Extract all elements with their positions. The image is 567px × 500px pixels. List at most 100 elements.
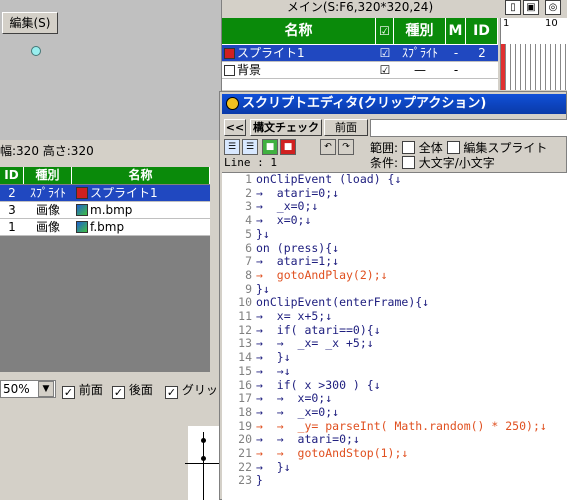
timeline-playhead[interactable] (501, 44, 505, 90)
code-line: 23} (238, 473, 263, 488)
col-header-type[interactable]: 種別 (394, 18, 446, 44)
code-line: 3 → _x=0;↓ (245, 199, 319, 214)
background-icon (224, 65, 235, 76)
item-name: f.bmp (90, 220, 125, 234)
chevron-down-icon[interactable]: ▼ (38, 381, 54, 397)
item-type: ｽﾌﾟﾗｲﾄ (29, 186, 66, 200)
list-item[interactable]: 1 画像 f.bmp (0, 219, 210, 236)
code-line: 11 → x= x+5;↓ (238, 309, 333, 323)
image-icon (76, 221, 88, 233)
col-header-check[interactable]: ☑ (376, 18, 394, 44)
col-header-m[interactable]: M (446, 18, 466, 44)
back-checkbox[interactable]: ✓ 後面 (112, 381, 153, 399)
list-item[interactable]: 3 画像 m.bmp (0, 202, 210, 219)
editor-app-icon (226, 97, 239, 110)
cond-label: 条件: (370, 156, 399, 170)
item-type: 画像 (35, 203, 60, 217)
range-edit-label: 編集スプライト (463, 141, 548, 155)
condition-row: 条件: 大文字/小文字 (370, 154, 495, 171)
timeline[interactable]: 1 10 (500, 18, 567, 90)
case-checkbox[interactable] (401, 156, 415, 169)
sprite-icon (224, 48, 235, 59)
undo-icon[interactable]: ↶ (320, 139, 336, 155)
code-line: 8 → gotoAndPlay(2);↓ (245, 267, 388, 282)
back-button[interactable]: << (224, 119, 246, 136)
edit-button[interactable]: 編集(S) (2, 12, 58, 34)
code-line: 18 → → _x=0;↓ (238, 404, 340, 419)
item-id: 1 (8, 220, 16, 234)
code-line: 7 → atari=1;↓ (245, 254, 340, 269)
range-all-checkbox[interactable] (401, 141, 415, 154)
col-header-id[interactable]: ID (466, 18, 498, 44)
code-line: 1 onClipEvent (load) {↓ (245, 172, 402, 186)
settings-icon[interactable]: ◎ (545, 0, 561, 15)
col-header-name[interactable]: 名称 (222, 18, 376, 44)
syntax-check-button[interactable]: 構文チェック (250, 119, 322, 136)
code-line: 14 → }↓ (238, 350, 291, 365)
code-line: 9}↓ (245, 281, 270, 296)
col-header-id[interactable]: ID (0, 167, 24, 184)
code-line: 10 onClipEvent(enterFrame){↓ (238, 295, 430, 310)
item-name: スプライト1 (90, 186, 158, 200)
image-icon (76, 204, 88, 216)
code-line: 2 → atari=0;↓ (245, 185, 340, 200)
code-line: 4 → x=0;↓ (245, 213, 312, 228)
code-line: 5}↓ (245, 226, 270, 241)
timeline-frames[interactable] (501, 44, 567, 90)
code-line: 13 → → _x= _x +5;↓ (238, 336, 374, 351)
new-file-icon[interactable]: ▯ (505, 0, 521, 15)
case-label: 大文字/小文字 (418, 156, 495, 170)
item-type: 画像 (35, 220, 60, 234)
save-icon[interactable]: ▣ (523, 0, 539, 15)
script-editor-window: スクリプトエディタ(クリップアクション) << 構文チェック 前面 ☰ ☰ ■ … (219, 91, 567, 500)
code-line: 6 on (press){↓ (245, 240, 340, 255)
layer-table: 名称 ☑ 種別 M ID スプライト1 ☑ ｽﾌﾟﾗｲﾄ - 2 背景 ☑ — … (222, 18, 498, 90)
table-row[interactable]: スプライト1 ☑ ｽﾌﾟﾗｲﾄ - 2 (222, 45, 498, 62)
sprite-handle[interactable] (31, 46, 41, 56)
preview-node (201, 456, 206, 461)
front-button[interactable]: 前面 (324, 119, 368, 136)
row-name: スプライト1 (237, 46, 305, 60)
editor-title[interactable]: スクリプトエディタ(クリップアクション) (222, 94, 566, 114)
line-indicator: Line : 1 (224, 156, 277, 169)
canvas-size-text: 幅:320 高さ:320 (0, 144, 94, 158)
item-id: 3 (8, 203, 16, 217)
col-header-name[interactable]: 名称 (72, 167, 210, 184)
front-label: 前面 (78, 383, 103, 397)
preview-line (185, 463, 221, 464)
row-m: - (453, 63, 459, 77)
range-all-label: 全体 (418, 141, 443, 155)
row-type: ｽﾌﾟﾗｲﾄ (401, 46, 438, 60)
preview-node (201, 438, 206, 443)
sprite-icon (76, 187, 88, 199)
range-edit-checkbox[interactable] (446, 141, 460, 154)
code-line: 17 → → x=0;↓ (238, 391, 333, 406)
visible-checkbox[interactable]: ☑ (376, 62, 394, 78)
redo-icon[interactable]: ↷ (338, 139, 354, 155)
row-id: 2 (478, 46, 486, 60)
item-id: 2 (8, 186, 16, 200)
code-editor[interactable]: 1 onClipEvent (load) {↓ 2 → atari=0;↓ 3 → _… (222, 172, 567, 500)
table-row[interactable]: 背景 ☑ — - (222, 62, 498, 79)
check-icon: ✓ (62, 386, 75, 399)
visible-checkbox[interactable]: ☑ (376, 45, 394, 61)
col-header-type[interactable]: 種別 (24, 167, 72, 184)
row-name: 背景 (237, 63, 262, 77)
code-line: 12 → if( atari==0){↓ (238, 322, 381, 337)
code-line: 19 → → _y= parseInt( Math.random() * 250)… (238, 418, 547, 433)
row-type: — (414, 63, 426, 77)
range-label: 範囲: (370, 141, 399, 155)
list-item[interactable]: 2 ｽﾌﾟﾗｲﾄ スプライト1 (0, 185, 210, 202)
search-input[interactable] (370, 119, 567, 137)
object-list: ID 種別 名称 2 ｽﾌﾟﾗｲﾄ スプライト1 3 画像 m.bmp 1 画像… (0, 167, 210, 372)
timeline-end: 10 (545, 18, 558, 29)
item-name: m.bmp (90, 203, 133, 217)
check-icon: ✓ (112, 386, 125, 399)
code-line: 16 → if( x >300 ) {↓ (238, 377, 381, 392)
outdent-icon[interactable]: ☰ (242, 139, 258, 155)
front-checkbox[interactable]: ✓ 前面 (62, 381, 103, 399)
bookmark-icon[interactable]: ■ (262, 139, 278, 155)
indent-icon[interactable]: ☰ (224, 139, 240, 155)
clear-icon[interactable]: ■ (280, 139, 296, 155)
code-line: 21 → → gotoAndStop(1);↓ (238, 446, 409, 460)
